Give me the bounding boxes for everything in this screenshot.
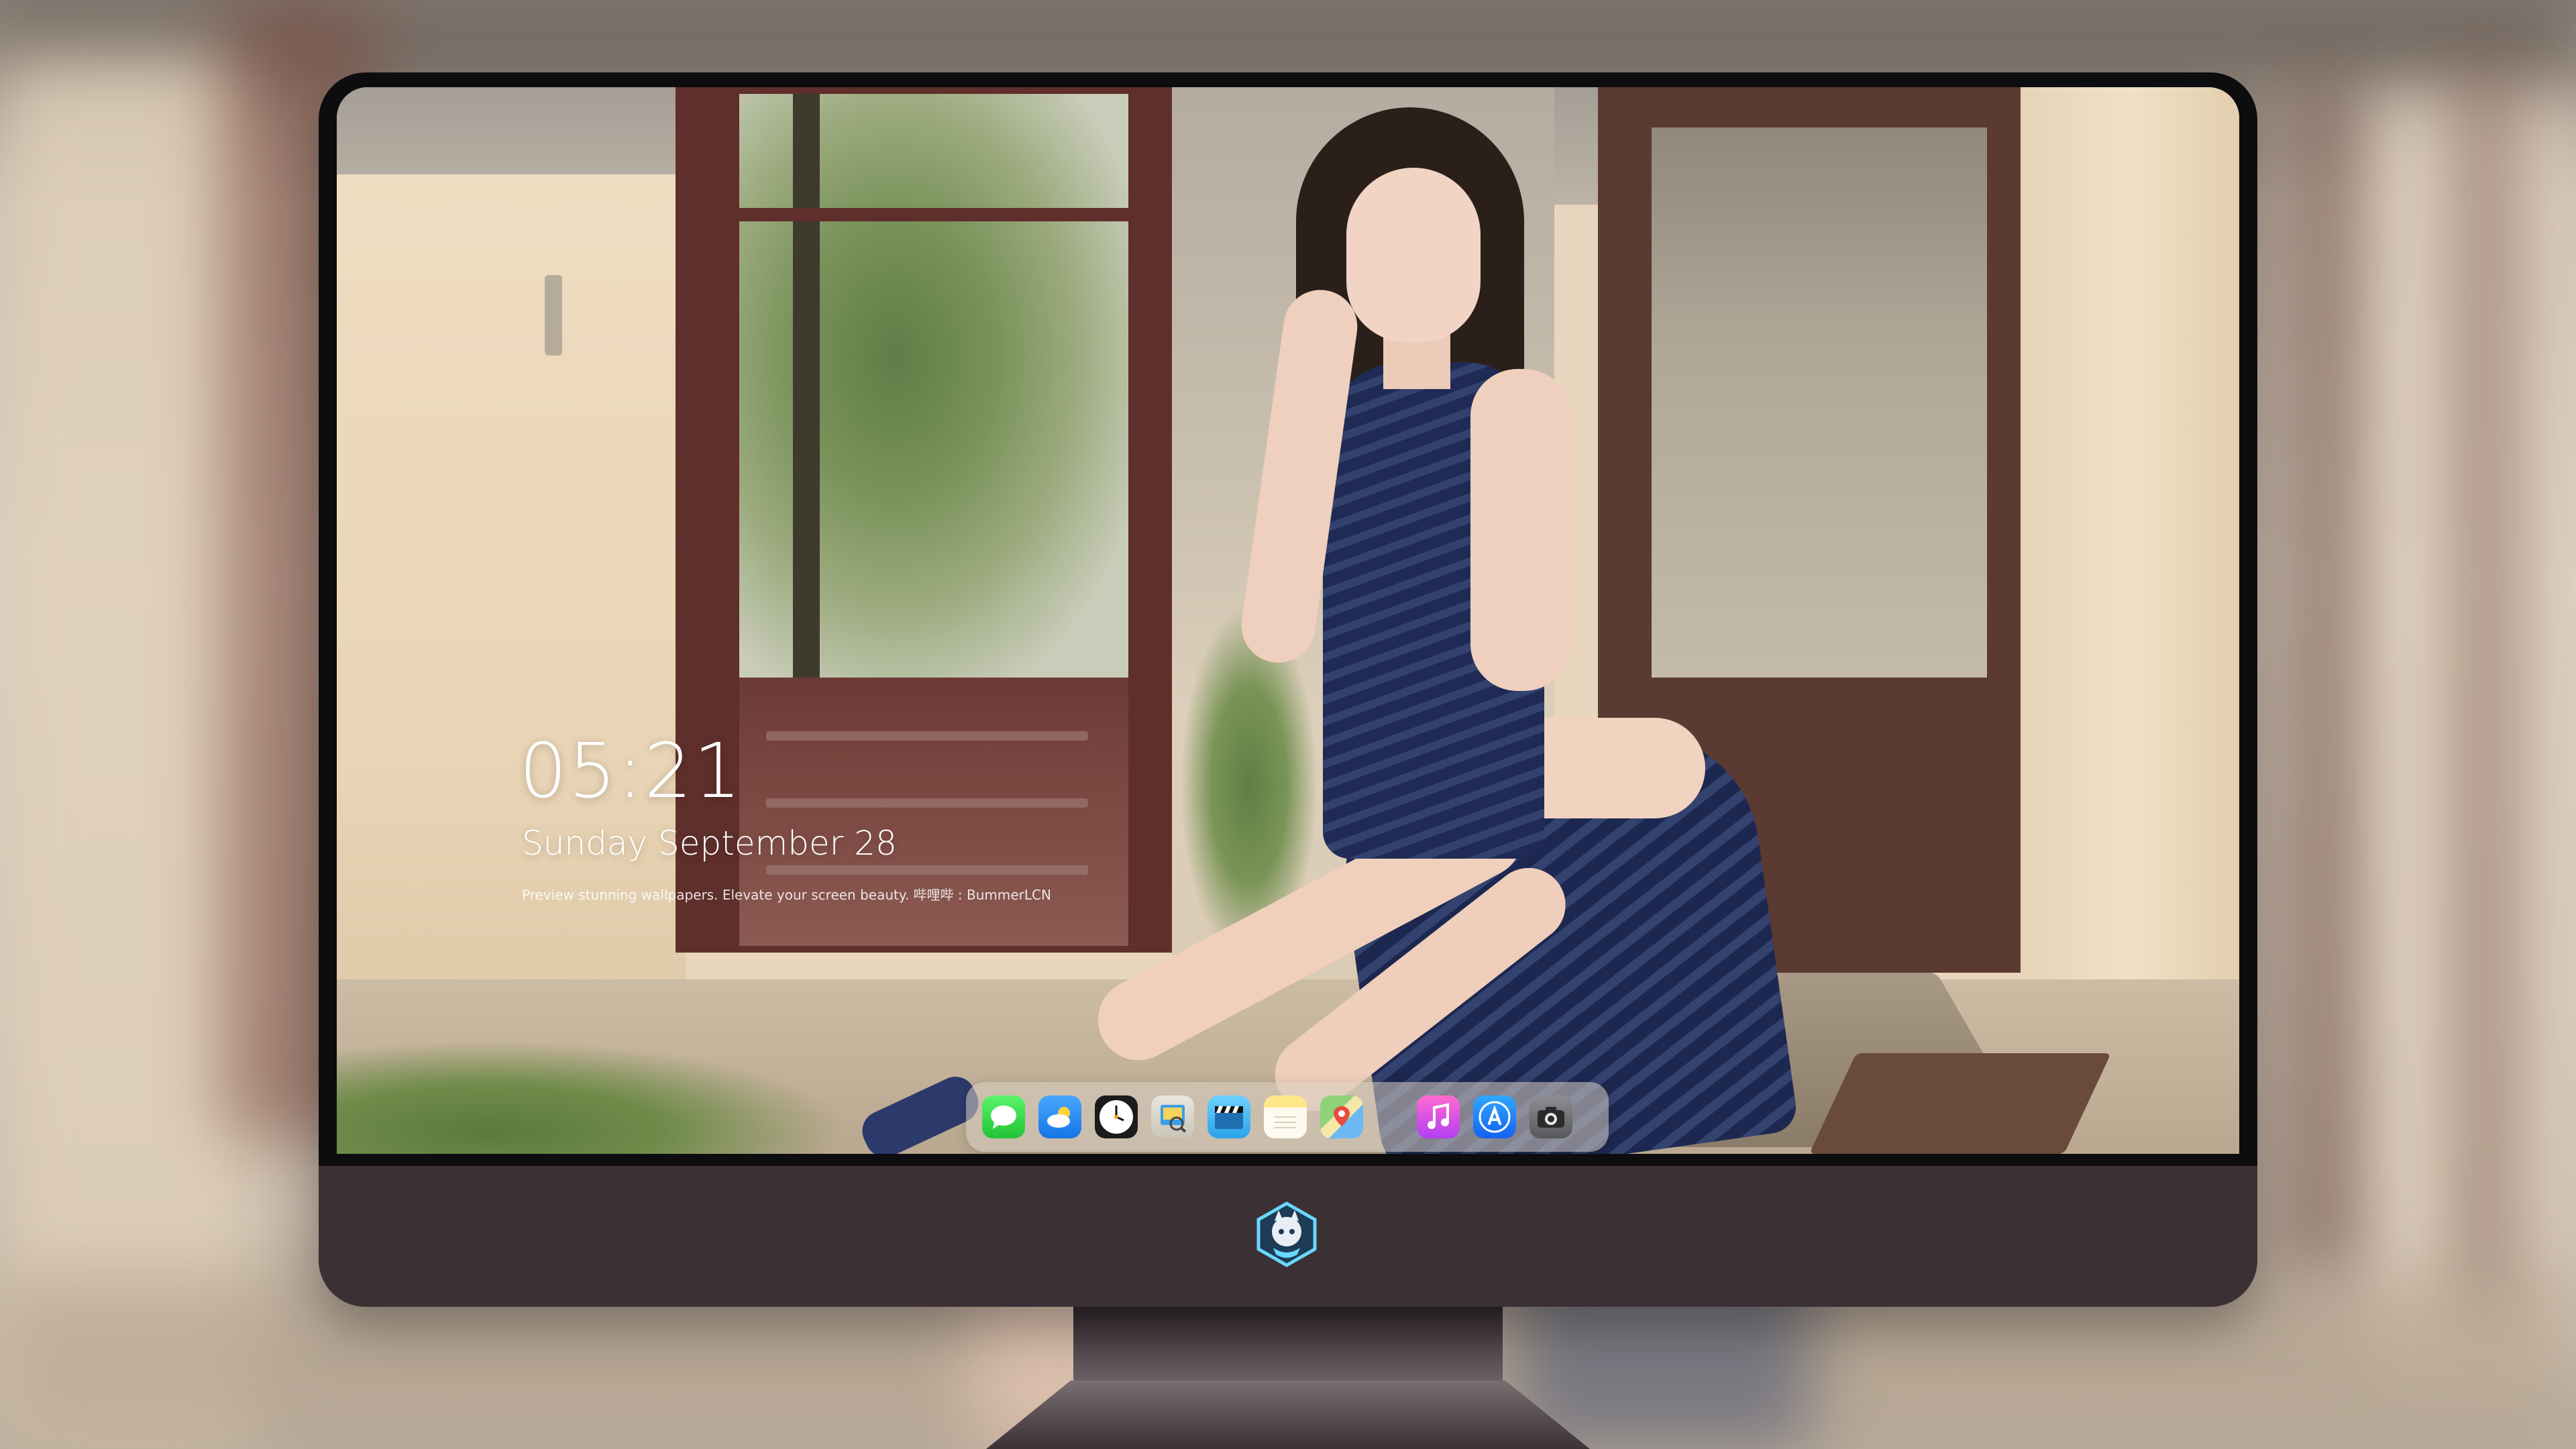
wallpaper-window-mullion — [739, 208, 1128, 221]
background-blur-top — [0, 0, 2576, 74]
wallpaper-weeds — [337, 1040, 847, 1154]
wallpaper-window-sill — [1652, 678, 1987, 704]
wallpaper-wall-stain — [545, 275, 562, 356]
preview-icon[interactable] — [1151, 1095, 1194, 1138]
monitor-stand-base — [986, 1381, 1590, 1449]
background-blur-right-frame-2 — [2449, 54, 2522, 1328]
notes-icon[interactable] — [1264, 1095, 1307, 1138]
app-store-icon[interactable] — [1473, 1095, 1516, 1138]
wallpaper-door-plank — [766, 865, 1088, 875]
monitor-screen: 05:21 Sunday September 28 Preview stunni… — [337, 87, 2239, 1154]
messages-icon[interactable] — [982, 1095, 1025, 1138]
wallpaper-right-window-glass — [1652, 127, 1987, 684]
wallpaper-person-face — [1346, 168, 1481, 342]
music-note-icon[interactable] — [1417, 1095, 1460, 1138]
wallpaper-door-plank — [766, 731, 1088, 741]
background-blur-right-frame — [2281, 80, 2361, 1288]
wallpaper-bag — [1809, 1053, 2111, 1154]
wallpaper-left-window-door — [739, 678, 1128, 946]
maps-icon[interactable] — [1320, 1095, 1363, 1138]
wallpaper-tree-trunk — [793, 94, 820, 678]
clapperboard-icon[interactable] — [1208, 1095, 1250, 1138]
camera-icon[interactable] — [1529, 1095, 1572, 1138]
dock — [966, 1082, 1609, 1152]
monitor-stand-neck — [1073, 1305, 1503, 1385]
wallpaper-door-plank — [766, 798, 1088, 808]
lockscreen-date: Sunday September 28 — [522, 824, 897, 863]
weather-icon[interactable] — [1038, 1095, 1081, 1138]
background-blur-left-wall — [0, 54, 255, 1449]
wallpaper-person-arm-2 — [1470, 369, 1571, 691]
lockscreen-clock: 05:21 — [519, 728, 743, 815]
lockscreen-tagline: Preview stunning wallpapers. Elevate you… — [522, 887, 1051, 903]
mascot-logo-icon — [1256, 1201, 1317, 1267]
clock-icon[interactable] — [1095, 1095, 1138, 1138]
